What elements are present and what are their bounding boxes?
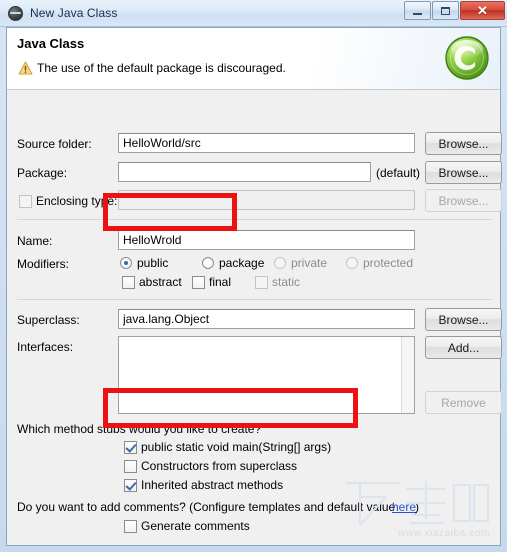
stub-label-inherited-abstract: Inherited abstract methods <box>141 478 284 492</box>
package-input[interactable] <box>118 162 371 182</box>
superclass-browse-button[interactable]: Browse... <box>425 308 502 331</box>
new-java-class-dialog-window: New Java Class ✕ Java Class The use of t… <box>0 0 507 552</box>
enclosing-type-input[interactable] <box>118 190 415 210</box>
modifier-label-final: final <box>209 275 232 289</box>
warning-icon <box>18 61 33 75</box>
package-default-text: (default) <box>376 166 421 180</box>
dialog-form: Source folder: Browse... Package: (defau… <box>7 90 502 545</box>
enclosing-type-checkbox[interactable] <box>19 195 32 208</box>
source-folder-input[interactable] <box>118 133 415 153</box>
stub-checkbox-inherited-abstract[interactable] <box>124 479 137 492</box>
modifier-label-package: package <box>219 256 265 270</box>
interfaces-scrollbar[interactable] <box>401 337 414 413</box>
minimize-icon <box>413 12 422 15</box>
minimize-button[interactable] <box>404 1 431 20</box>
name-label: Name: <box>17 234 53 248</box>
stub-checkbox-main-method[interactable] <box>124 441 137 454</box>
form-separator-2 <box>17 299 492 300</box>
maximize-icon <box>441 6 450 15</box>
dialog-header: Java Class The use of the default packag… <box>7 28 500 90</box>
stub-label-main-method: public static void main(String[] args) <box>141 440 332 454</box>
method-stubs-question: Which method stubs would you like to cre… <box>17 422 262 436</box>
interfaces-add-button[interactable]: Add... <box>425 336 502 359</box>
green-class-c-icon <box>445 36 489 80</box>
modifier-label-protected: protected <box>363 256 414 270</box>
package-browse-button[interactable]: Browse... <box>425 161 502 184</box>
form-separator-1 <box>17 219 492 220</box>
modifier-radio-private[interactable] <box>274 257 286 269</box>
superclass-label: Superclass: <box>17 313 80 327</box>
comments-question-suffix: ) <box>415 500 419 514</box>
close-button[interactable]: ✕ <box>460 1 505 20</box>
window-controls: ✕ <box>404 1 505 20</box>
configure-templates-link[interactable]: here <box>392 500 416 514</box>
package-label: Package: <box>17 166 68 180</box>
modifier-label-private: private <box>291 256 328 270</box>
superclass-input[interactable] <box>118 309 415 329</box>
title-bar: New Java Class ✕ <box>0 0 507 27</box>
generate-comments-label: Generate comments <box>141 519 250 533</box>
watermark-url: www.xiazaiba.com <box>398 528 490 539</box>
generate-comments-checkbox[interactable] <box>124 520 137 533</box>
interfaces-listbox[interactable] <box>118 336 415 414</box>
maximize-button[interactable] <box>432 1 459 20</box>
modifier-radio-public[interactable] <box>120 257 132 269</box>
window-title: New Java Class <box>30 6 118 20</box>
modifiers-label: Modifiers: <box>17 257 70 271</box>
interfaces-label: Interfaces: <box>17 340 74 354</box>
modifier-label-public: public <box>137 256 169 270</box>
dialog-body: Java Class The use of the default packag… <box>6 27 502 546</box>
modifier-checkbox-final[interactable] <box>192 276 205 289</box>
enclosing-type-label: Enclosing type: <box>36 194 118 208</box>
source-folder-label: Source folder: <box>17 137 92 151</box>
java-class-icon <box>8 5 23 21</box>
stub-checkbox-constructors[interactable] <box>124 460 137 473</box>
source-folder-browse-button[interactable]: Browse... <box>425 132 502 155</box>
page-title: Java Class <box>17 36 85 51</box>
modifier-radio-protected[interactable] <box>346 257 358 269</box>
modifier-checkbox-static[interactable] <box>255 276 268 289</box>
comments-question-text: Do you want to add comments? (Configure … <box>17 500 396 514</box>
modifier-label-abstract: abstract <box>139 275 182 289</box>
modifier-label-static: static <box>272 275 301 289</box>
name-input[interactable] <box>118 230 415 250</box>
enclosing-type-browse-button[interactable]: Browse... <box>425 189 502 212</box>
stub-label-constructors: Constructors from superclass <box>141 459 298 473</box>
modifier-checkbox-abstract[interactable] <box>122 276 135 289</box>
header-message: The use of the default package is discou… <box>37 61 286 75</box>
interfaces-remove-button[interactable]: Remove <box>425 391 502 414</box>
modifier-radio-package[interactable] <box>202 257 214 269</box>
